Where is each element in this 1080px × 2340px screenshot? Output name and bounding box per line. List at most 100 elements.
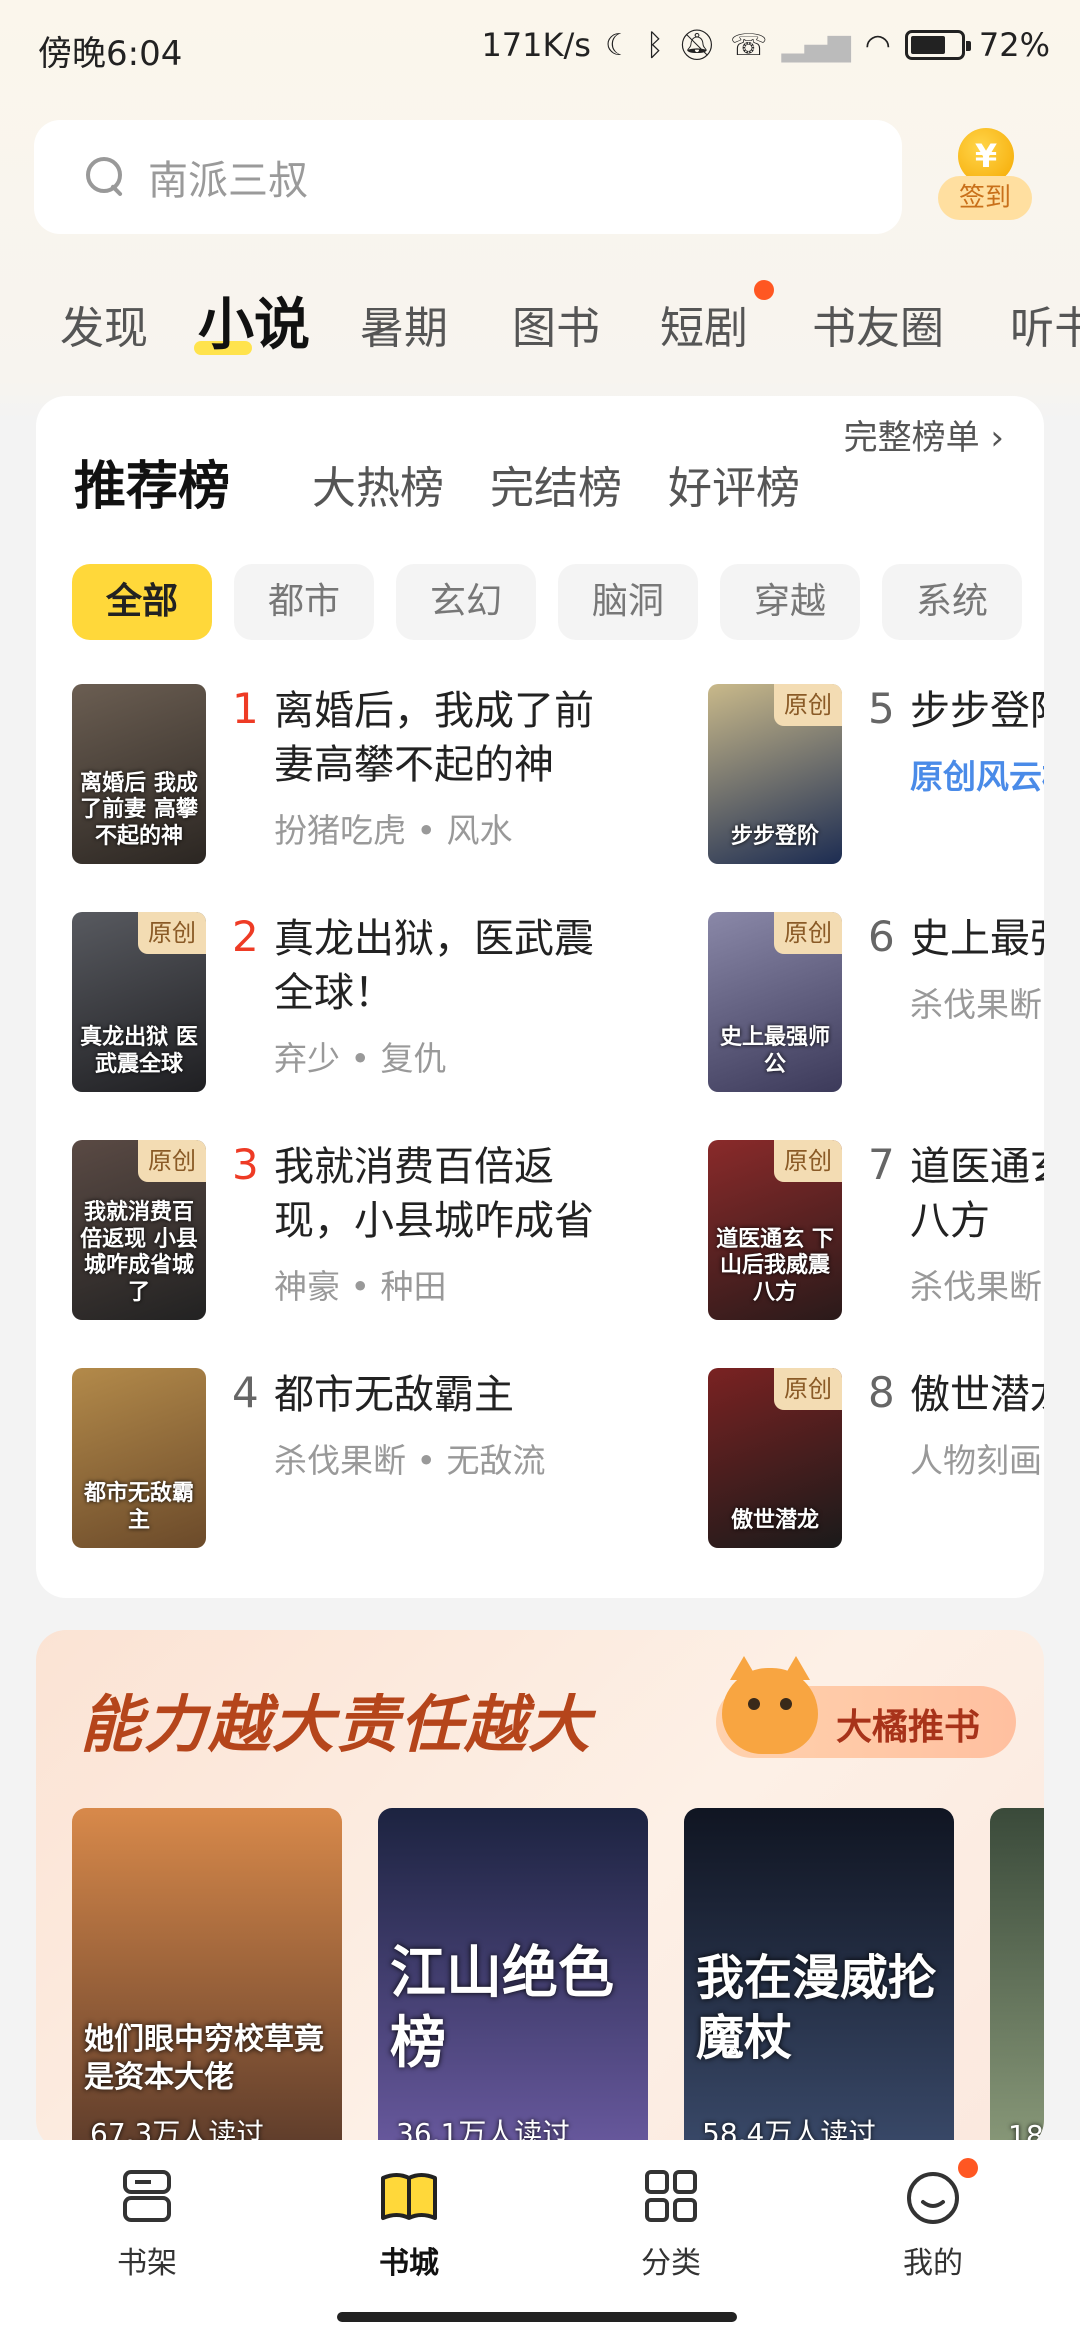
book-cover: 原创 我就消费百倍返现 小县城咋成省城了 xyxy=(72,1140,206,1320)
wifi-icon: ◠ xyxy=(864,27,891,63)
bookstore-icon xyxy=(381,2173,437,2220)
battery-percent: 72% xyxy=(978,26,1050,64)
promo-book[interactable]: 她们眼中穷校草竟是资本大佬 67.3万人读过 xyxy=(72,1808,342,2150)
bookshelf-icon xyxy=(123,2170,171,2222)
tab-books[interactable]: 图书 xyxy=(512,292,600,356)
tab-short-drama[interactable]: 短剧 xyxy=(660,292,748,356)
signal-icon: ▂▄▆ xyxy=(781,27,851,63)
search-icon xyxy=(86,157,126,197)
original-tag: 原创 xyxy=(138,912,206,954)
tab-discover[interactable]: 发现 xyxy=(60,292,148,356)
book-title: 史上最强师父 xyxy=(910,916,1044,962)
battery-icon xyxy=(904,30,971,60)
book-cover: 原创 真龙出狱 医武震全球 xyxy=(72,912,206,1092)
nav-label: 分类 xyxy=(641,2246,701,2281)
promo-book[interactable]: 18 xyxy=(990,1808,1044,2150)
call-icon: ☏ xyxy=(729,27,768,63)
book-cover: 原创 史上最强师公 xyxy=(708,912,842,1092)
book-item[interactable]: 原创 道医通玄 下山后我威震八方 7 道医通玄：我威震八方 杀伐果断 xyxy=(708,1140,1044,1326)
book-tags: 原创风云榜 xyxy=(910,757,1044,796)
filter-fantasy[interactable]: 玄幻 xyxy=(396,564,536,640)
nav-bookstore[interactable]: 书城 xyxy=(334,2164,484,2284)
book-item[interactable]: 原创 傲世潜龙 8 傲世潜龙 人物刻画 xyxy=(708,1368,1044,1554)
full-list-link[interactable]: 完整榜单 › xyxy=(844,410,1004,459)
promo-book-title: 她们眼中穷校草竟是资本大佬 xyxy=(84,2022,324,2095)
book-item[interactable]: 原创 史上最强师公 6 史上最强师父 杀伐果断 xyxy=(708,912,1044,1098)
profile-icon xyxy=(907,2172,959,2224)
tab-novel[interactable]: 小说 xyxy=(194,280,310,360)
nav-profile[interactable]: 我的 xyxy=(858,2158,1008,2284)
filter-system[interactable]: 系统 xyxy=(882,564,1022,640)
promo-card: 能力越大责任越大 大橘推书 她们眼中穷校草竟是资本大佬 67.3万人读过 江山绝… xyxy=(36,1630,1044,2150)
promo-badge-label: 大橘推书 xyxy=(836,1707,981,1748)
notification-dot xyxy=(754,280,774,300)
book-item[interactable]: 都市无敌霸主 4 都市无敌霸主 杀伐果断 • 无敌流 xyxy=(72,1368,592,1554)
cover-title: 步步登阶 xyxy=(730,823,819,849)
nav-label: 我的 xyxy=(903,2246,963,2281)
tab-finished-rank[interactable]: 完结榜 xyxy=(490,452,622,516)
filter-all[interactable]: 全部 xyxy=(72,564,212,640)
book-title: 步步登阶 xyxy=(910,688,1044,734)
rank-number: 6 xyxy=(868,912,895,961)
promo-book-title: 我在漫威抡魔杖 xyxy=(696,1950,937,2066)
cover-title: 我就消费百倍返现 小县城咋成省城了 xyxy=(80,1200,198,1305)
book-title: 离婚后，我成了前妻高攀不起的神 xyxy=(274,688,594,788)
top-tabs: 发现 小说 暑期 图书 短剧 书友圈 听书 xyxy=(0,280,1080,360)
notification-dot xyxy=(958,2158,978,2178)
home-indicator[interactable] xyxy=(337,2312,737,2322)
tab-hot-rank[interactable]: 大热榜 xyxy=(312,452,444,516)
book-item[interactable]: 原创 步步登阶 5 步步登阶 原创风云榜 xyxy=(708,684,1044,870)
mute-icon: 🔕︎ xyxy=(677,27,716,63)
book-title: 都市无敌霸主 xyxy=(274,1372,514,1418)
tab-book-friends[interactable]: 书友圈 xyxy=(812,292,944,356)
cover-title: 都市无敌霸主 xyxy=(83,1481,194,1533)
cover-title: 史上最强师公 xyxy=(719,1025,830,1077)
bluetooth-icon: ᛒ xyxy=(645,27,664,63)
cover-title: 真龙出狱 医武震全球 xyxy=(80,1025,198,1077)
signin-label: 签到 xyxy=(938,176,1032,220)
promo-book[interactable]: 江山绝色榜 36.1万人读过 xyxy=(378,1808,648,2150)
promo-badge[interactable]: 大橘推书 xyxy=(716,1656,1016,1758)
book-item[interactable]: 离婚后 我成了前妻 高攀不起的神 1 离婚后，我成了前妻高攀不起的神 扮猪吃虎 … xyxy=(72,684,594,870)
book-item[interactable]: 原创 真龙出狱 医武震全球 2 真龙出狱，医武震全球！ 弃少 • 复仇 xyxy=(72,912,594,1098)
ranking-card: 推荐榜 大热榜 完结榜 好评榜 完整榜单 › 全部 都市 玄幻 脑洞 穿越 系统… xyxy=(36,396,1044,1598)
rank-number: 2 xyxy=(232,912,259,961)
book-tags: 扮猪吃虎 • 风水 xyxy=(274,811,513,850)
book-tags: 杀伐果断 • 无敌流 xyxy=(274,1441,546,1480)
tab-rating-rank[interactable]: 好评榜 xyxy=(668,452,800,516)
book-title: 傲世潜龙 xyxy=(910,1372,1044,1418)
signin-button[interactable]: ¥ 签到 xyxy=(938,128,1032,228)
nav-category[interactable]: 分类 xyxy=(596,2164,746,2284)
status-time: 傍晚6:04 xyxy=(38,34,183,74)
book-tags: 杀伐果断 xyxy=(910,1267,1042,1306)
cat-mascot-icon xyxy=(722,1656,818,1754)
book-item[interactable]: 原创 我就消费百倍返现 小县城咋成省城了 3 我就消费百倍返现，小县城咋成省 神… xyxy=(72,1140,594,1326)
moon-icon: ☾ xyxy=(604,27,632,63)
promo-book-title: 江山绝色榜 xyxy=(390,1940,614,2076)
rank-number: 4 xyxy=(232,1368,259,1417)
original-tag: 原创 xyxy=(774,1368,842,1410)
nav-bookshelf[interactable]: 书架 xyxy=(72,2164,222,2284)
category-icon xyxy=(645,2170,697,2222)
cover-title: 道医通玄 下山后我威震八方 xyxy=(716,1226,834,1305)
rank-number: 5 xyxy=(868,684,895,733)
net-speed: 171K/s xyxy=(481,26,591,64)
rank-number: 8 xyxy=(868,1368,895,1417)
tab-summer[interactable]: 暑期 xyxy=(360,292,448,356)
promo-book[interactable]: 我在漫威抡魔杖 58.4万人读过 xyxy=(684,1808,954,2150)
tab-audiobook[interactable]: 听书 xyxy=(1010,292,1080,356)
filter-time-travel[interactable]: 穿越 xyxy=(720,564,860,640)
book-cover: 原创 傲世潜龙 xyxy=(708,1368,842,1548)
search-placeholder: 南派三叔 xyxy=(148,158,308,204)
search-input[interactable]: 南派三叔 xyxy=(34,120,902,234)
tab-recommend-rank[interactable]: 推荐榜 xyxy=(74,444,230,519)
book-tags: 人物刻画 xyxy=(910,1441,1042,1480)
filter-urban[interactable]: 都市 xyxy=(234,564,374,640)
nav-label: 书城 xyxy=(379,2246,439,2281)
rank-number: 7 xyxy=(868,1140,895,1189)
filter-brainstorm[interactable]: 脑洞 xyxy=(558,564,698,640)
cover-title: 离婚后 我成了前妻 高攀不起的神 xyxy=(80,770,198,849)
nav-label: 书架 xyxy=(117,2246,177,2281)
cover-title: 傲世潜龙 xyxy=(730,1507,819,1533)
status-icons: 171K/s ☾ ᛒ 🔕︎ ☏ ▂▄▆ ◠ 72% xyxy=(481,26,1050,64)
